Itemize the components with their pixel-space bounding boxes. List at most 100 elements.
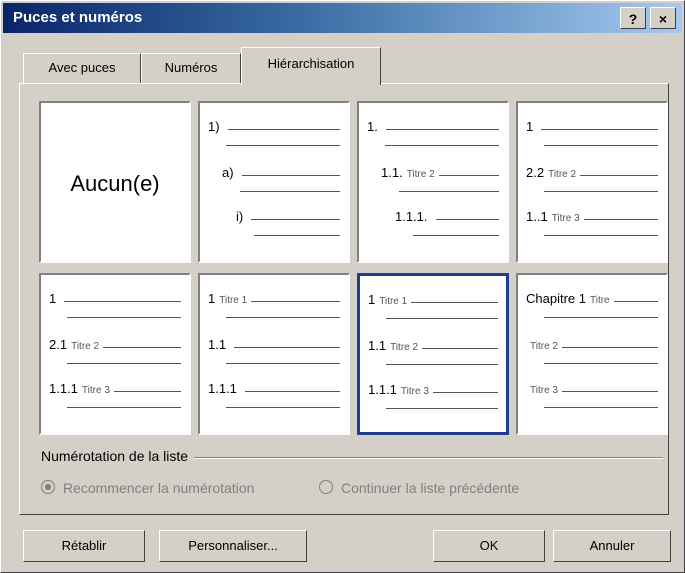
tab-numbered[interactable]: Numéros <box>141 53 241 83</box>
level-line <box>411 302 498 303</box>
continue-list-label: Continuer la liste précédente <box>341 480 520 496</box>
outline-level-row: 1.1. Titre 2 <box>367 165 499 192</box>
outline-style-option[interactable]: 1 2.2 Titre 2 1..1 Titre 3 <box>516 101 668 263</box>
level-underline <box>386 408 498 409</box>
outline-level-row: 1 <box>526 119 658 146</box>
level-line <box>433 392 498 393</box>
outline-style-option[interactable]: 1 Titre 1 1.1 Titre 2 1.1.1 Titre 3 <box>357 273 509 435</box>
level-line <box>251 219 340 220</box>
level-number: 1.1 <box>368 338 387 353</box>
outline-level-row: 1 Titre 1 <box>368 292 498 319</box>
bullets-and-numbering-dialog: Puces et numéros ? × Avec puces Numéros … <box>0 0 685 573</box>
level-line <box>386 129 499 130</box>
level-line <box>64 301 181 302</box>
level-line <box>580 175 658 176</box>
outline-level-row: 1.1.1 Titre 3 <box>368 382 498 409</box>
cancel-button-label: Annuler <box>589 538 635 553</box>
outline-level-row: 2.2 Titre 2 <box>526 165 658 192</box>
outline-style-option[interactable]: Aucun(e) <box>39 101 191 263</box>
level-title: Titre 2 <box>71 341 100 352</box>
outline-level-row: 1..1 Titre 3 <box>526 209 658 236</box>
restart-numbering-radio[interactable]: Recommencer la numérotation <box>41 480 254 496</box>
level-line <box>251 301 340 302</box>
outline-level-row: 1.1.1 Titre 3 <box>49 381 181 408</box>
tab-outline-numbered[interactable]: Hiérarchisation <box>241 47 381 85</box>
reset-button[interactable]: Rétablir <box>23 530 145 562</box>
level-underline <box>240 191 340 192</box>
outline-level-row: 1) <box>208 119 340 146</box>
level-number: 1 <box>368 292 376 307</box>
level-number: 2.2 <box>526 165 545 180</box>
dialog-title: Puces et numéros <box>13 9 143 26</box>
list-numbering-section-label: Numérotation de la liste <box>41 448 195 464</box>
level-underline <box>544 363 658 364</box>
tab-bulleted[interactable]: Avec puces <box>23 53 141 83</box>
level-underline <box>386 364 498 365</box>
level-underline <box>67 317 181 318</box>
outline-style-option[interactable]: 1 Titre 1 1.1 1.1.1 <box>198 273 350 435</box>
radio-icon <box>41 480 55 494</box>
level-line <box>242 175 340 176</box>
level-number: a) <box>222 165 234 180</box>
outline-level-row: i) <box>208 209 340 236</box>
level-title: Titre 3 <box>551 213 580 224</box>
level-line <box>562 391 658 392</box>
level-underline <box>544 407 658 408</box>
outline-level-row: 1 Titre 1 <box>208 291 340 318</box>
level-title: Titre 2 <box>406 169 435 180</box>
outline-style-option[interactable]: 1 2.1 Titre 2 1.1.1 Titre 3 <box>39 273 191 435</box>
level-underline <box>386 318 498 319</box>
level-underline <box>226 363 340 364</box>
level-number: 1.1.1 <box>368 382 397 397</box>
outline-style-option[interactable]: 1) a) i) <box>198 101 350 263</box>
outline-style-option[interactable]: Chapitre 1 Titre Titre 2 Titre 3 <box>516 273 668 435</box>
level-underline <box>544 317 658 318</box>
level-number: 1.1.1 <box>208 381 237 396</box>
level-line <box>245 391 340 392</box>
title-bar: Puces et numéros ? × <box>3 3 682 33</box>
close-icon[interactable]: × <box>650 7 676 29</box>
level-number: 1 <box>49 291 57 306</box>
level-underline <box>254 235 340 236</box>
outline-level-row: 1 <box>49 291 181 318</box>
level-number: 1.1.1. <box>395 209 428 224</box>
level-title: Titre 3 <box>400 386 429 397</box>
tab-outline-numbered-label: Hiérarchisation <box>267 56 355 71</box>
customize-button-label: Personnaliser... <box>188 538 278 553</box>
level-number: 1.1.1 <box>49 381 78 396</box>
level-number: 1.1 <box>208 337 227 352</box>
tab-numbered-label: Numéros <box>164 60 218 75</box>
outline-level-row: Titre 3 <box>526 381 658 408</box>
continue-list-radio[interactable]: Continuer la liste précédente <box>319 480 519 496</box>
level-line <box>562 347 658 348</box>
level-underline <box>226 407 340 408</box>
level-title: Titre 2 <box>390 342 419 353</box>
level-title: Titre 3 <box>530 385 558 396</box>
level-number: 1. <box>367 119 378 134</box>
customize-button[interactable]: Personnaliser... <box>159 530 307 562</box>
level-title: Titre <box>589 295 610 306</box>
level-number: i) <box>236 209 244 224</box>
level-title: Titre 2 <box>530 341 558 352</box>
level-underline <box>67 363 181 364</box>
cancel-button[interactable]: Annuler <box>553 530 671 562</box>
ok-button[interactable]: OK <box>433 530 545 562</box>
level-line <box>436 219 499 220</box>
level-number: 1 <box>526 119 534 134</box>
level-underline <box>399 191 499 192</box>
level-line <box>114 391 181 392</box>
outline-level-row: 1.1.1 <box>208 381 340 408</box>
level-line <box>584 219 658 220</box>
level-line <box>103 347 181 348</box>
level-number: 1.1. <box>381 165 403 180</box>
tab-bulleted-label: Avec puces <box>48 60 116 75</box>
level-number: 2.1 <box>49 337 68 352</box>
level-number: 1) <box>208 119 220 134</box>
level-number: 1 <box>208 291 216 306</box>
level-underline <box>226 317 340 318</box>
no-style-label: Aucun(e) <box>70 171 160 196</box>
help-icon[interactable]: ? <box>620 7 646 29</box>
outline-style-option[interactable]: 1. 1.1. Titre 2 1.1.1. <box>357 101 509 263</box>
level-title: Titre 1 <box>219 295 248 306</box>
level-underline <box>544 191 658 192</box>
